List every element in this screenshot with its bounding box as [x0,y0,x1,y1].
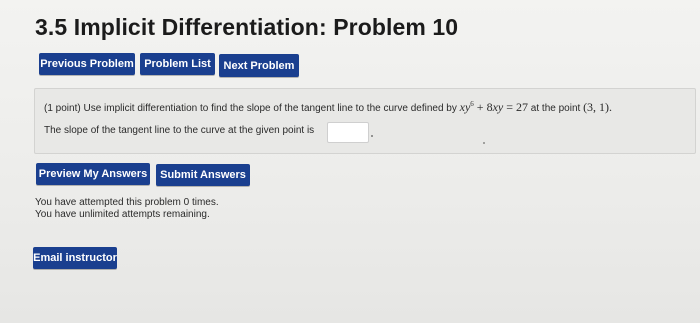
equation: xy6 + 8xy = 27 [459,100,529,114]
next-problem-button[interactable]: Next Problem [219,54,299,77]
problem-prompt: Use implicit differentiation to find the… [83,103,457,114]
attempts-status: You have attempted this problem 0 times.… [35,197,219,221]
slope-question: The slope of the tangent line to the cur… [44,125,315,136]
point-value: (3, 1). [583,100,613,114]
at-point-label: at the point [530,103,581,114]
punctuation-dot [371,135,373,137]
preview-answers-button[interactable]: Preview My Answers [36,163,150,185]
answer-input[interactable] [327,122,369,143]
cursor-dot [483,142,485,144]
problem-list-button[interactable]: Problem List [140,53,215,75]
page-title: 3.5 Implicit Differentiation: Problem 10 [35,14,459,40]
problem-statement: (1 point) Use implicit differentiation t… [44,100,612,115]
email-instructor-button[interactable]: Email instructor [33,247,117,269]
problem-panel: (1 point) Use implicit differentiation t… [34,88,696,154]
remaining-line: You have unlimited attempts remaining. [35,209,210,220]
points-label: (1 point) [44,103,81,114]
submit-answers-button[interactable]: Submit Answers [156,164,250,186]
previous-problem-button[interactable]: Previous Problem [39,53,135,75]
attempts-line: You have attempted this problem 0 times. [35,197,219,208]
